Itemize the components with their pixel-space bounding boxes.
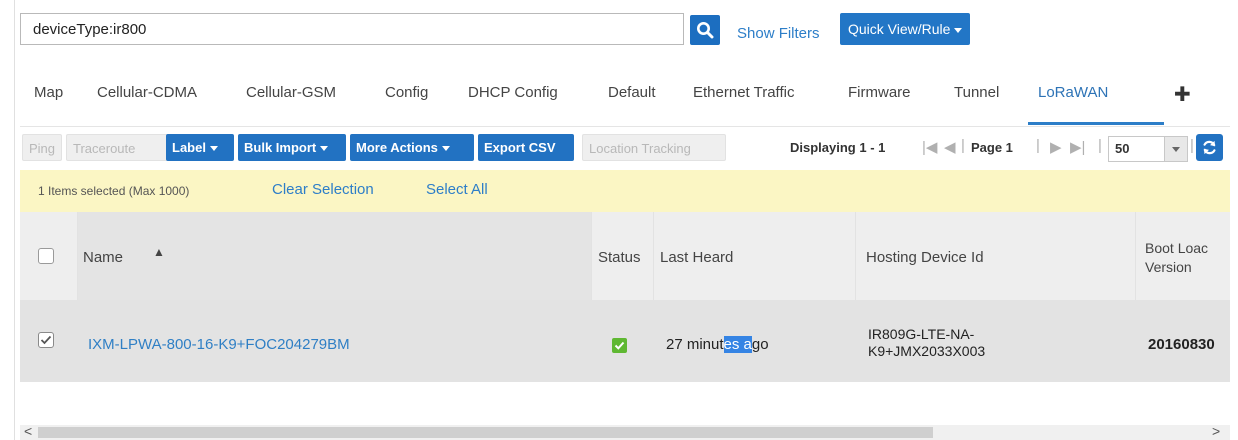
refresh-button[interactable] [1196, 134, 1223, 161]
header-boot-loader-version[interactable]: Boot Loac Version [1136, 212, 1230, 300]
last-heard-post: go [751, 336, 769, 353]
scroll-right-icon[interactable]: > [1212, 423, 1220, 439]
tab-ethernet-traffic[interactable]: Ethernet Traffic [693, 84, 794, 101]
last-heard-pre: 27 minut [666, 336, 724, 353]
export-csv-button[interactable]: Export CSV [478, 134, 574, 161]
chevron-down-icon [320, 146, 329, 152]
header-hosting-device-label: Hosting Device Id [866, 249, 984, 266]
more-actions-text: More Actions [356, 140, 438, 155]
scroll-left-icon[interactable]: < [24, 423, 32, 439]
row-checkbox[interactable] [38, 332, 54, 348]
header-name[interactable]: Name ▲ [78, 212, 592, 300]
tab-dhcp-config[interactable]: DHCP Config [468, 84, 558, 101]
quick-view-label: Quick View/Rule [848, 21, 951, 37]
table-header: Name ▲ Status Last Heard Hosting Device … [20, 212, 1230, 300]
device-name-link[interactable]: IXM-LPWA-800-16-K9+FOC204279BM [88, 336, 350, 353]
tab-config[interactable]: Config [385, 84, 428, 101]
device-table: Name ▲ Status Last Heard Hosting Device … [20, 212, 1230, 384]
search-input[interactable] [20, 13, 684, 45]
label-button-text: Label [172, 140, 206, 155]
active-tab-indicator [1028, 122, 1164, 125]
tab-map[interactable]: Map [34, 84, 63, 101]
more-actions-button[interactable]: More Actions [350, 134, 474, 161]
header-status[interactable]: Status [592, 212, 654, 300]
sort-ascending-icon: ▲ [153, 245, 165, 259]
selection-count: 1 Items selected (Max 1000) [38, 184, 190, 198]
chevron-down-icon [209, 146, 218, 152]
select-all-checkbox[interactable] [38, 248, 54, 264]
tab-firmware[interactable]: Firmware [848, 84, 911, 101]
tab-cellular-cdma[interactable]: Cellular-CDMA [97, 84, 197, 101]
first-page-icon[interactable]: |◀ [922, 138, 937, 156]
checkmark-icon [40, 335, 52, 345]
selection-bar: 1 Items selected (Max 1000) Clear Select… [20, 170, 1230, 212]
label-button[interactable]: Label [166, 134, 234, 161]
next-page-icon[interactable]: ▶ [1050, 138, 1062, 156]
tab-default[interactable]: Default [608, 84, 656, 101]
chevron-down-icon [1164, 137, 1187, 161]
previous-page-icon[interactable]: ◀ [944, 138, 956, 156]
last-page-icon[interactable]: ▶| [1070, 138, 1085, 156]
chevron-down-icon [441, 146, 450, 152]
show-filters-link[interactable]: Show Filters [737, 25, 820, 42]
header-select-cell [20, 212, 78, 300]
header-boot-loader-line1: Boot Loac [1145, 240, 1209, 256]
hosting-device-line1: IR809G-LTE-NA- [868, 326, 975, 342]
page-size-value: 50 [1115, 141, 1130, 156]
hosting-device-id-value: IR809G-LTE-NA- K9+JMX2033X003 [868, 326, 985, 360]
refresh-icon [1203, 140, 1216, 155]
search-icon [697, 22, 714, 39]
header-name-label: Name [83, 249, 124, 266]
tab-lorawan[interactable]: LoRaWAN [1038, 84, 1108, 101]
pager-divider: | [1190, 137, 1194, 154]
page-size-select[interactable]: 50 [1108, 136, 1188, 162]
status-ok-icon [612, 338, 627, 353]
bulk-import-button[interactable]: Bulk Import [238, 134, 346, 161]
pager-divider: | [961, 137, 965, 154]
add-tab-icon[interactable]: ✚ [1174, 82, 1191, 107]
header-boot-loader-line2: Version [1145, 259, 1192, 275]
header-status-label: Status [598, 249, 641, 266]
table-row[interactable]: IXM-LPWA-800-16-K9+FOC204279BM 27 minute… [20, 300, 1230, 382]
ping-button[interactable]: Ping [22, 134, 62, 161]
hosting-device-line2: K9+JMX2033X003 [868, 343, 986, 359]
last-heard-value: 27 minutes ago [666, 336, 769, 353]
tab-bar: Map Cellular-CDMA Cellular-GSM Config DH… [20, 76, 1230, 127]
select-all-link[interactable]: Select All [426, 181, 488, 198]
quick-view-rule-button[interactable]: Quick View/Rule [840, 13, 971, 45]
header-last-heard[interactable]: Last Heard [654, 212, 856, 300]
clear-selection-link[interactable]: Clear Selection [272, 181, 374, 198]
search-button[interactable] [690, 15, 720, 45]
bulk-import-text: Bulk Import [244, 140, 317, 155]
displaying-count: Displaying 1 - 1 [790, 140, 886, 155]
traceroute-button[interactable]: Traceroute [66, 134, 180, 161]
chevron-down-icon [954, 27, 963, 33]
pager-divider: | [1098, 137, 1102, 154]
page-indicator: Page 1 [971, 140, 1013, 155]
scrollbar-thumb[interactable] [38, 427, 933, 438]
text-selection-highlight: es a [723, 336, 752, 353]
left-border [14, 0, 15, 440]
horizontal-scrollbar[interactable]: < > [20, 423, 1230, 440]
header-last-heard-label: Last Heard [660, 249, 734, 266]
toolbar: Ping Traceroute Label Bulk Import More A… [20, 126, 1230, 170]
boot-loader-version-value: 20160830 [1148, 336, 1215, 353]
header-hosting-device-id[interactable]: Hosting Device Id [856, 212, 1136, 300]
location-tracking-button[interactable]: Location Tracking [582, 134, 726, 161]
pager-divider: | [1036, 137, 1040, 154]
tab-tunnel[interactable]: Tunnel [954, 84, 999, 101]
tab-cellular-gsm[interactable]: Cellular-GSM [246, 84, 336, 101]
